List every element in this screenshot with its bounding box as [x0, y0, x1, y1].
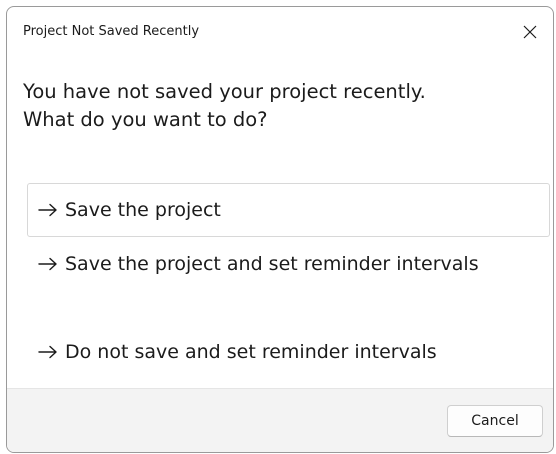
option-save-project[interactable]: Save the project	[27, 183, 550, 237]
dialog-message: You have not saved your project recently…	[23, 78, 523, 134]
command-link-list: Save the project Save the project and se…	[27, 183, 550, 381]
cancel-button[interactable]: Cancel	[447, 405, 543, 437]
option-do-not-save-set-reminder[interactable]: Do not save and set reminder intervals	[27, 327, 550, 381]
option-save-and-set-reminder[interactable]: Save the project and set reminder interv…	[27, 237, 550, 327]
dialog-title: Project Not Saved Recently	[23, 24, 200, 39]
arrow-right-icon	[38, 250, 65, 278]
close-icon	[523, 25, 537, 39]
close-button[interactable]	[507, 7, 553, 57]
dialog-window: Project Not Saved Recently You have not …	[6, 6, 554, 453]
dialog-footer: Cancel	[7, 388, 553, 452]
arrow-right-icon	[38, 338, 65, 366]
title-bar: Project Not Saved Recently	[7, 7, 553, 57]
option-label: Save the project and set reminder interv…	[65, 253, 479, 275]
message-line-2: What do you want to do?	[23, 108, 268, 131]
option-label: Do not save and set reminder intervals	[65, 341, 437, 363]
arrow-right-icon	[38, 196, 65, 224]
message-line-1: You have not saved your project recently…	[23, 80, 426, 103]
option-label: Save the project	[65, 199, 221, 221]
